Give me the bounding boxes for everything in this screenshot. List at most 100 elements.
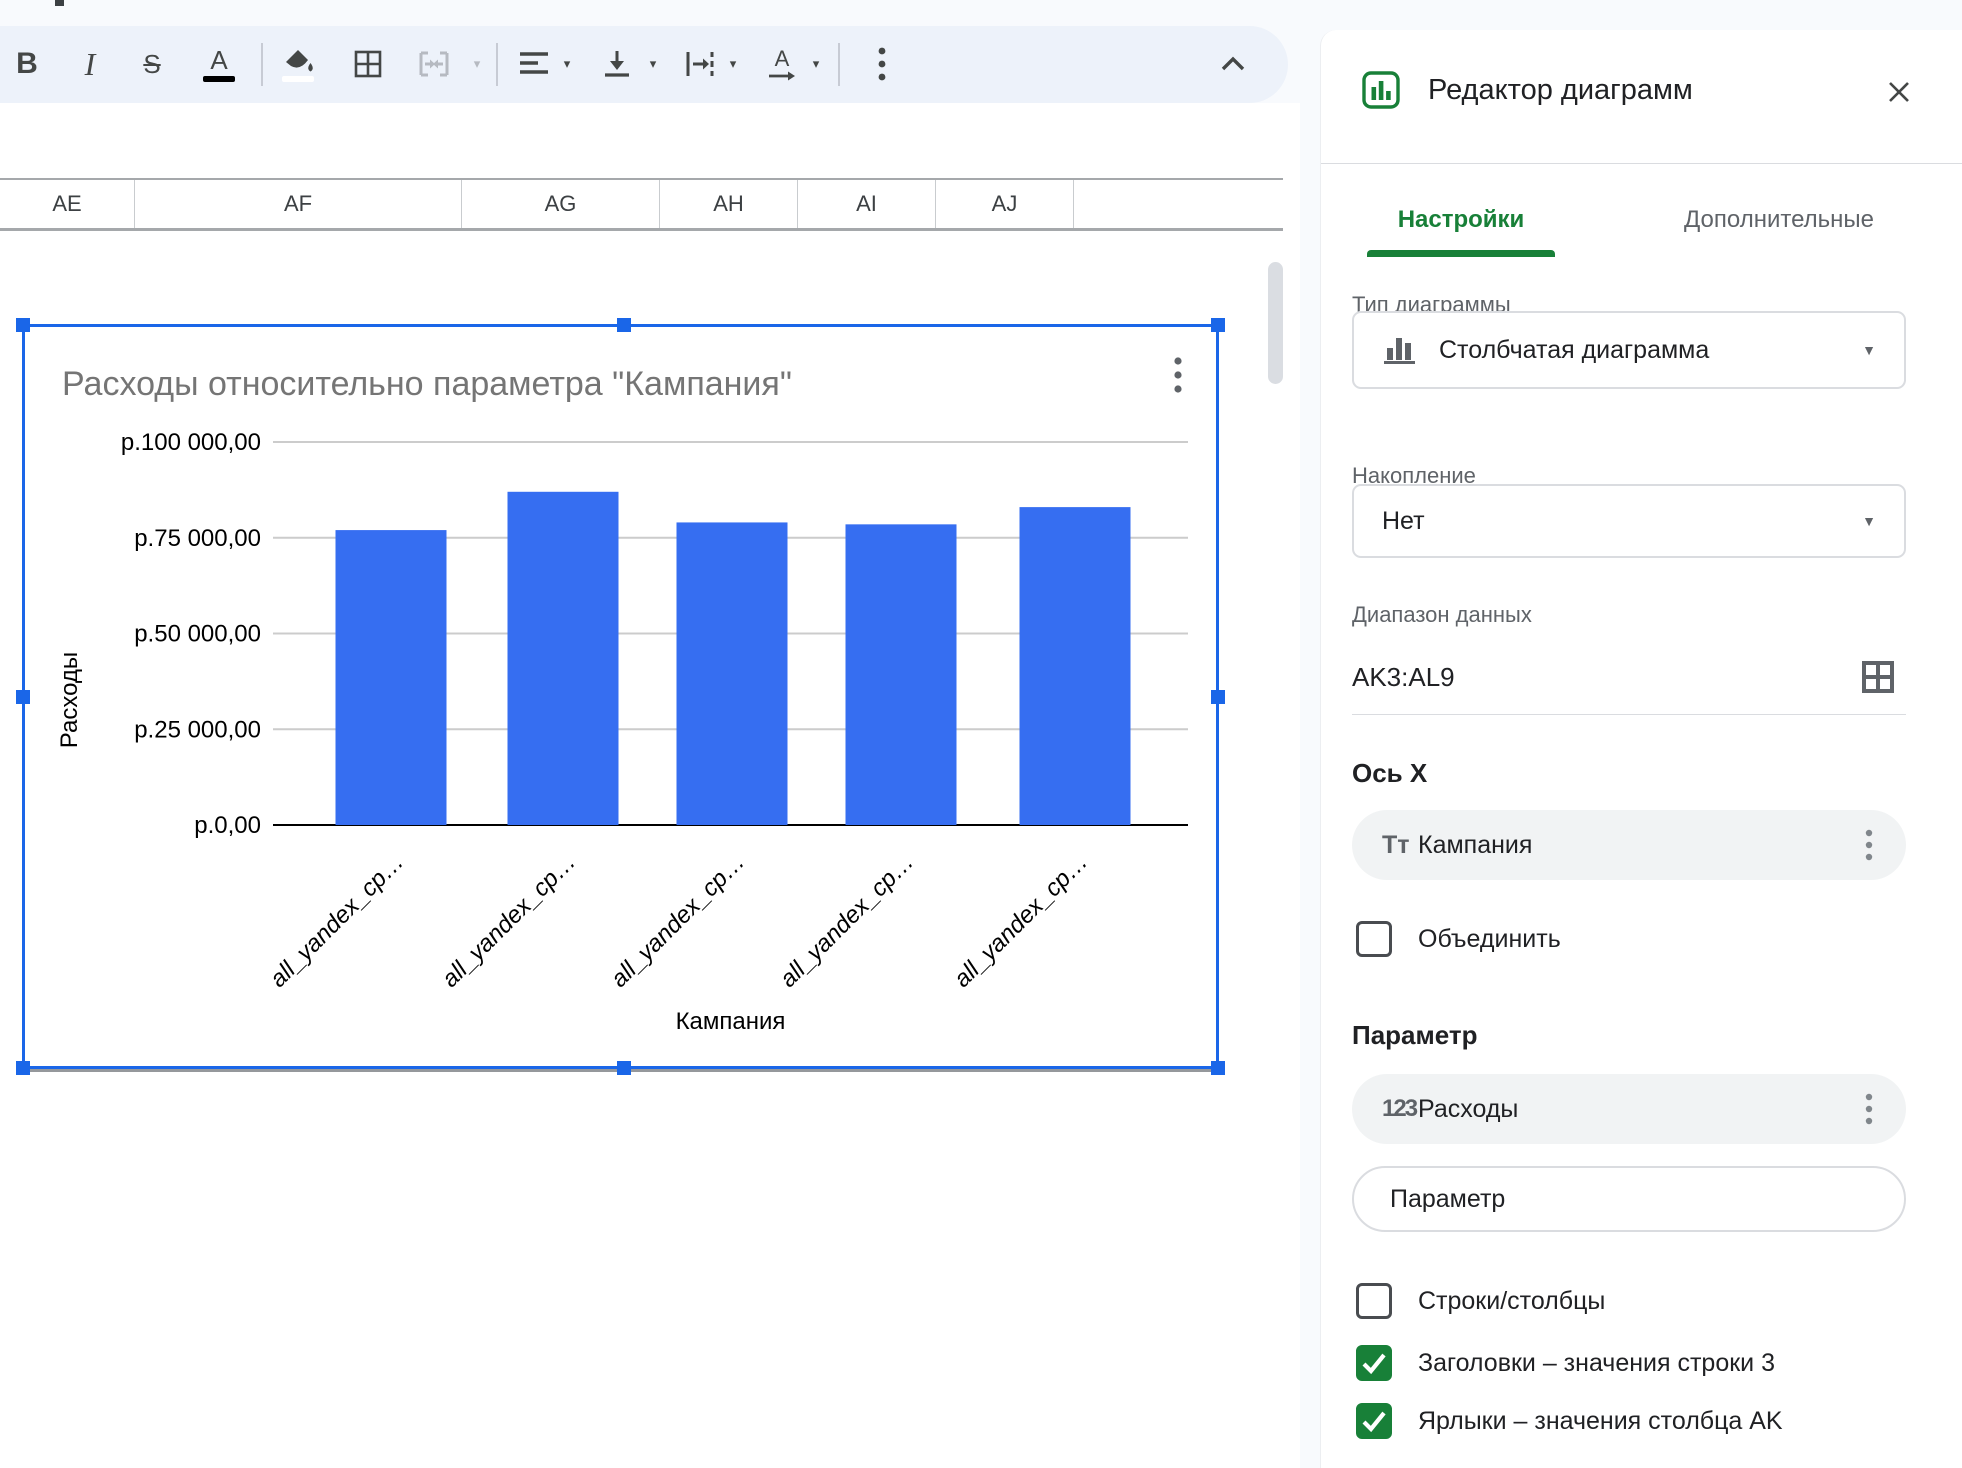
data-range-value[interactable]: AK3:AL9 <box>1352 662 1455 693</box>
select-data-range-button[interactable] <box>1856 655 1900 699</box>
more-vertical-icon <box>1865 1093 1873 1125</box>
tab-customize[interactable]: Дополнительные <box>1657 190 1901 250</box>
bold-button[interactable]: B <box>3 40 51 88</box>
text-rotation-caret[interactable]: ▾ <box>805 40 827 88</box>
resize-handle-se[interactable] <box>1211 1061 1225 1075</box>
merge-cells-caret[interactable]: ▾ <box>466 40 488 88</box>
dropdown-caret-icon: ▼ <box>1862 342 1876 358</box>
labels-checkbox-row[interactable]: Ярлыки – значения столбца AK <box>1356 1403 1783 1439</box>
resize-handle-s[interactable] <box>617 1061 631 1075</box>
formula-bar-cursor-fragment <box>55 0 64 6</box>
panel-header: Редактор диаграмм <box>1321 30 1962 163</box>
column-header-AG[interactable]: AG <box>462 180 660 228</box>
horizontal-align-button[interactable] <box>510 40 558 88</box>
data-range-label: Диапазон данных <box>1352 602 1532 627</box>
data-range-divider <box>1352 714 1906 715</box>
series-field[interactable]: 123 Расходы <box>1352 1074 1906 1144</box>
switch-rows-columns-checkbox-row[interactable]: Строки/столбцы <box>1356 1283 1605 1319</box>
panel-title: Редактор диаграмм <box>1428 74 1693 106</box>
grid-icon <box>1862 661 1894 693</box>
headers-checkbox-row[interactable]: Заголовки – значения строки 3 <box>1356 1345 1775 1381</box>
vertical-align-button[interactable] <box>593 40 641 88</box>
borders-icon <box>354 50 382 78</box>
dropdown-caret-icon: ▼ <box>1862 513 1876 529</box>
stacking-value: Нет <box>1382 506 1425 535</box>
chart-editor-panel: Редактор диаграмм Настройки Дополнительн… <box>1320 30 1962 1468</box>
vertical-align-caret[interactable]: ▾ <box>642 40 664 88</box>
horizontal-align-icon <box>520 52 548 74</box>
text-color-button[interactable]: A <box>195 40 243 88</box>
italic-icon: I <box>84 45 96 82</box>
x-axis-value: Кампания <box>1418 830 1533 859</box>
text-wrap-caret[interactable]: ▾ <box>722 40 744 88</box>
column-header-AJ[interactable]: AJ <box>936 180 1074 228</box>
headers-label: Заголовки – значения строки 3 <box>1418 1348 1775 1377</box>
tab-settings[interactable]: Настройки <box>1367 190 1555 250</box>
series-options-button[interactable] <box>1854 1074 1884 1144</box>
italic-button[interactable]: I <box>66 40 114 88</box>
number-type-icon: 123 <box>1382 1095 1418 1122</box>
column-header-AF[interactable]: AF <box>135 180 462 228</box>
series-value: Расходы <box>1418 1094 1519 1123</box>
add-series-placeholder: Параметр <box>1390 1184 1506 1213</box>
y-tick-label: р.25 000,00 <box>134 716 261 743</box>
vertical-scrollbar-thumb[interactable] <box>1268 262 1283 384</box>
panel-divider <box>1321 163 1962 164</box>
chart-bar <box>845 524 957 825</box>
text-rotation-icon: A <box>766 47 798 82</box>
x-tick-label: all_yandex_cp… <box>606 848 751 993</box>
more-vertical-icon <box>1865 829 1873 861</box>
resize-handle-ne[interactable] <box>1211 318 1225 332</box>
more-vertical-icon <box>1174 357 1182 393</box>
checkbox-checked-icon <box>1356 1345 1392 1381</box>
column-header-partial[interactable] <box>1074 180 1283 228</box>
x-tick-label: all_yandex_cp… <box>775 848 920 993</box>
chart-options-button[interactable] <box>1160 349 1196 401</box>
fill-color-button[interactable] <box>274 40 322 88</box>
resize-handle-nw[interactable] <box>16 318 30 332</box>
close-panel-button[interactable] <box>1877 70 1921 114</box>
close-icon <box>1889 82 1909 102</box>
resize-handle-e[interactable] <box>1211 690 1225 704</box>
collapse-toolbar-button[interactable] <box>1209 40 1257 88</box>
stacking-select[interactable]: Нет ▼ <box>1352 484 1906 558</box>
x-axis-heading: Ось X <box>1352 758 1428 788</box>
y-tick-label: р.50 000,00 <box>134 621 261 648</box>
fill-color-icon <box>282 46 314 82</box>
data-range-row: AK3:AL9 <box>1352 642 1906 712</box>
horizontal-align-caret[interactable]: ▾ <box>556 40 578 88</box>
aggregate-checkbox-row[interactable]: Объединить <box>1356 921 1561 957</box>
chart-svg: Расходы относительно параметра "Кампания… <box>56 365 1188 1035</box>
x-axis-field[interactable]: Тт Кампания <box>1352 810 1906 880</box>
x-axis-options-button[interactable] <box>1854 810 1884 880</box>
labels-label: Ярлыки – значения столбца AK <box>1418 1406 1783 1435</box>
y-tick-label: р.75 000,00 <box>134 525 261 552</box>
chart-bar <box>1019 507 1131 825</box>
y-tick-label: р.100 000,00 <box>121 429 261 456</box>
add-series-field[interactable]: Параметр <box>1352 1166 1906 1232</box>
checkbox-checked-icon <box>1356 1403 1392 1439</box>
chart-title: Расходы относительно параметра "Кампания… <box>62 365 792 403</box>
embedded-chart[interactable]: Расходы относительно параметра "Кампания… <box>16 318 1225 1075</box>
column-header-AE[interactable]: AE <box>0 180 135 228</box>
text-type-icon: Тт <box>1382 830 1410 859</box>
column-header-AI[interactable]: AI <box>798 180 936 228</box>
resize-handle-w[interactable] <box>16 690 30 704</box>
chart-type-select[interactable]: Столбчатая диаграмма ▼ <box>1352 311 1906 389</box>
text-rotation-button[interactable]: A <box>758 40 806 88</box>
spreadsheet-region: B I S A ▾ ▾ ▾ ▾ A ▾ AE AF AG AH AI AJ Ра… <box>0 0 1320 1468</box>
resize-handle-sw[interactable] <box>16 1061 30 1075</box>
switch-rows-columns-label: Строки/столбцы <box>1418 1286 1606 1315</box>
merge-cells-button[interactable] <box>410 40 458 88</box>
toolbar-more-button[interactable] <box>858 40 906 88</box>
borders-button[interactable] <box>344 40 392 88</box>
aggregate-label: Объединить <box>1418 924 1561 953</box>
text-wrap-button[interactable] <box>676 40 724 88</box>
column-header-AH[interactable]: AH <box>660 180 798 228</box>
active-tab-underline <box>1367 250 1555 257</box>
strikethrough-icon: S <box>143 48 161 79</box>
merge-cells-icon <box>419 51 449 77</box>
strikethrough-button[interactable]: S <box>128 40 176 88</box>
more-vertical-icon <box>878 47 886 81</box>
resize-handle-n[interactable] <box>617 318 631 332</box>
